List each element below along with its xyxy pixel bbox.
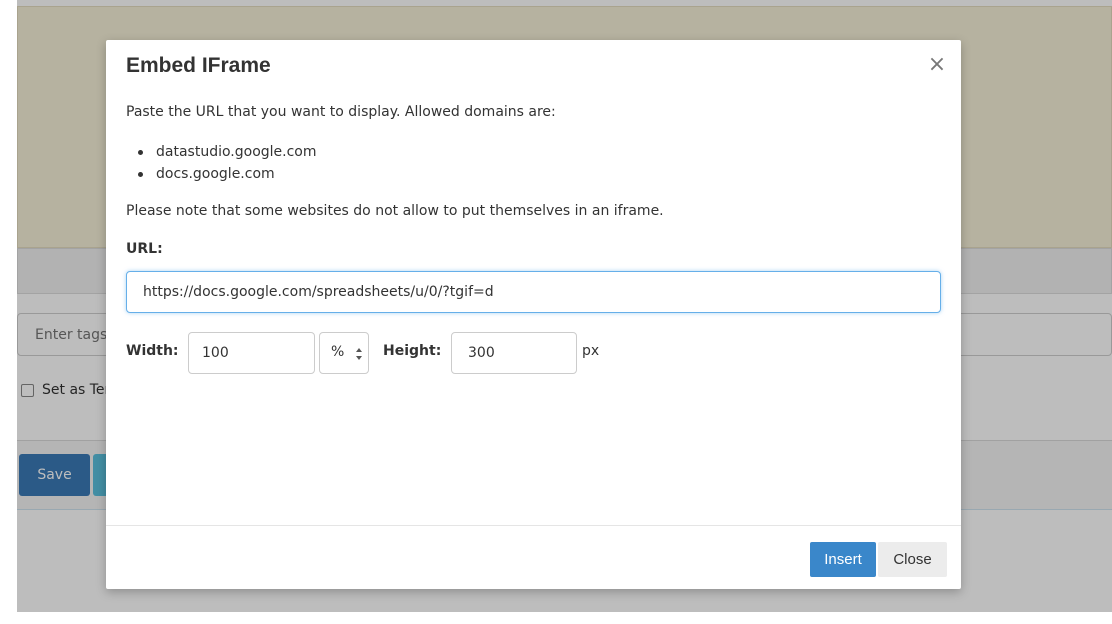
dimensions-row: Width: % Height: px (126, 332, 941, 374)
dialog-footer: Insert Close (106, 525, 961, 590)
close-icon[interactable]: × (924, 52, 950, 78)
width-label: Width: (126, 343, 179, 359)
updown-arrows-icon (356, 348, 362, 360)
close-button[interactable]: Close (878, 542, 947, 577)
height-label: Height: (383, 343, 442, 359)
url-label: URL: (126, 241, 163, 257)
backdrop-edge (0, 0, 17, 624)
intro-text: Paste the URL that you want to display. … (126, 104, 556, 120)
list-item: docs.google.com (126, 163, 317, 185)
url-input[interactable] (126, 271, 941, 313)
iframe-note: Please note that some websites do not al… (126, 203, 664, 219)
height-input[interactable] (451, 332, 577, 374)
height-unit-label: px (582, 343, 600, 359)
list-item: datastudio.google.com (126, 141, 317, 163)
dialog-title: Embed IFrame (126, 54, 271, 77)
embed-iframe-dialog: Embed IFrame × Paste the URL that you wa… (106, 40, 961, 589)
allowed-domains-list: datastudio.google.com docs.google.com (126, 141, 317, 185)
dialog-header: Embed IFrame × (106, 40, 961, 93)
width-unit-value: % (331, 344, 345, 360)
insert-button[interactable]: Insert (810, 542, 876, 577)
backdrop-bottom-edge (0, 612, 1112, 624)
width-unit-select[interactable]: % (319, 332, 369, 374)
width-input[interactable] (188, 332, 315, 374)
